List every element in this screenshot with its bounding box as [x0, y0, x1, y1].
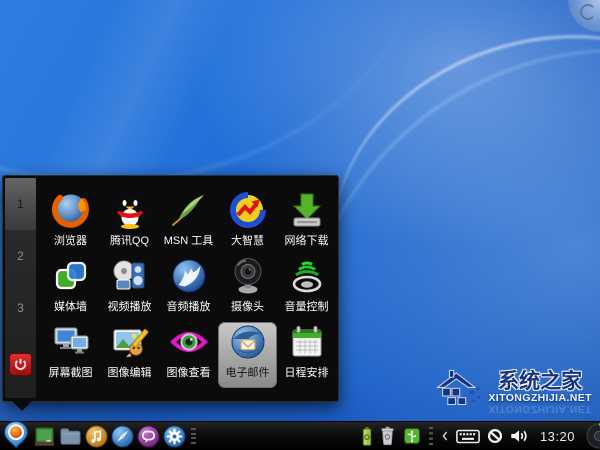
launcher-app-grid: 浏览器 腾讯QQ MSN 工具 大智慧 网络下载媒体墙 视频播放 音频播放 摄像头 音量控制屏幕… — [41, 190, 336, 388]
watermark-site-name: 系统之家 — [498, 369, 583, 393]
app-label: 图像编辑 — [107, 367, 152, 379]
app-video-player[interactable]: 视频播放 — [100, 256, 159, 322]
separator-dots — [428, 426, 434, 447]
app-label: MSN 工具 — [163, 235, 214, 247]
app-label: 图像查看 — [166, 367, 211, 379]
app-image-viewer-eye[interactable]: 图像查看 — [159, 322, 218, 388]
image-editor-icon — [110, 322, 150, 362]
app-msn-bird[interactable]: MSN 工具 — [159, 190, 218, 256]
taskbar: 13:20 — [0, 420, 600, 450]
block-icon[interactable] — [487, 428, 503, 444]
app-audio-player-wolf[interactable]: 音频播放 — [159, 256, 218, 322]
app-label: 屏幕截图 — [48, 367, 93, 379]
toolbox-dot-icon — [580, 4, 596, 20]
launcher-tab-2[interactable]: 2 — [5, 230, 36, 282]
screenshot-monitors-icon — [51, 322, 91, 362]
music-note-icon[interactable] — [85, 424, 108, 448]
location-pin-start-icon[interactable] — [2, 420, 30, 449]
media-wall-icon — [51, 256, 91, 296]
power-icon — [14, 358, 27, 370]
app-dazhihui-stock[interactable]: 大智慧 — [218, 190, 277, 256]
app-launcher-panel: 123 浏览器 腾讯QQ MSN 工具 大智慧 网络下载媒体墙 视频播放 音频播放 摄像头 音量… — [2, 175, 339, 411]
power-button[interactable] — [9, 353, 32, 376]
app-label: 腾讯QQ — [109, 235, 150, 247]
video-player-icon — [110, 256, 150, 296]
app-qq-penguin[interactable]: 腾讯QQ — [100, 190, 159, 256]
image-viewer-eye-icon — [169, 322, 209, 362]
msn-bird-icon — [169, 190, 209, 230]
app-media-wall[interactable]: 媒体墙 — [41, 256, 100, 322]
system-tray: 13:20 — [362, 423, 600, 449]
watermark: 系统之家 XITONGZHIJIA.NET XITONGZHIJIA.NET — [432, 367, 592, 418]
app-label: 音频播放 — [166, 301, 211, 313]
app-screenshot-monitors[interactable]: 屏幕截图 — [41, 322, 100, 388]
app-label: 浏览器 — [54, 235, 87, 247]
launcher-tab-1[interactable]: 1 — [5, 178, 36, 230]
webcam-icon — [228, 256, 268, 296]
app-thunderbird-mail[interactable]: 电子邮件 — [218, 322, 277, 388]
launcher-sidebar: 123 — [5, 178, 36, 398]
chalkboard-desktop-icon[interactable] — [33, 425, 56, 448]
app-image-editor[interactable]: 图像编辑 — [100, 322, 159, 388]
pager-handle[interactable] — [191, 428, 196, 444]
clock[interactable]: 13:20 — [540, 429, 575, 444]
firefox-browser-icon — [51, 190, 91, 230]
qq-penguin-icon — [110, 190, 150, 230]
trash-icon[interactable] — [379, 426, 396, 446]
app-label: 电子邮件 — [225, 367, 270, 379]
app-label: 视频播放 — [107, 301, 152, 313]
watermark-house-logo-icon — [432, 367, 484, 418]
download-arrow-icon — [287, 190, 327, 230]
app-firefox-browser[interactable]: 浏览器 — [41, 190, 100, 256]
desktop-background[interactable]: 系统之家 XITONGZHIJIA.NET XITONGZHIJIA.NET 1… — [0, 0, 600, 450]
app-label: 网络下载 — [284, 235, 329, 247]
chat-bubble-icon[interactable] — [137, 424, 160, 448]
keyboard-icon[interactable] — [456, 428, 480, 445]
app-label: 摄像头 — [231, 301, 264, 313]
chevron-left-icon[interactable] — [441, 429, 449, 443]
launcher-tab-3[interactable]: 3 — [5, 282, 36, 334]
compass-icon[interactable] — [111, 424, 134, 448]
volume-control-icon — [287, 256, 327, 296]
gear-icon[interactable] — [163, 424, 186, 448]
usb-device-icon[interactable] — [403, 427, 421, 445]
audio-player-wolf-icon — [169, 256, 209, 296]
app-volume-control[interactable]: 音量控制 — [277, 256, 336, 322]
app-label: 音量控制 — [284, 301, 329, 313]
folder-icon[interactable] — [59, 425, 82, 448]
speaker-icon[interactable] — [510, 428, 529, 444]
taskbar-dock — [2, 420, 186, 449]
plasma-cashew-icon[interactable] — [586, 423, 600, 449]
dazhihui-stock-icon — [228, 190, 268, 230]
calendar-icon — [287, 322, 327, 362]
app-label: 日程安排 — [284, 367, 329, 379]
app-label: 大智慧 — [231, 235, 264, 247]
plasma-toolbox-icon[interactable] — [568, 0, 600, 32]
app-calendar[interactable]: 日程安排 — [277, 322, 336, 388]
app-download-arrow[interactable]: 网络下载 — [277, 190, 336, 256]
thunderbird-mail-icon — [228, 322, 268, 362]
battery-icon[interactable] — [362, 426, 372, 447]
app-webcam[interactable]: 摄像头 — [218, 256, 277, 322]
app-label: 媒体墙 — [54, 301, 87, 313]
watermark-site-url-reflection: XITONGZHIJIA.NET — [488, 403, 592, 416]
